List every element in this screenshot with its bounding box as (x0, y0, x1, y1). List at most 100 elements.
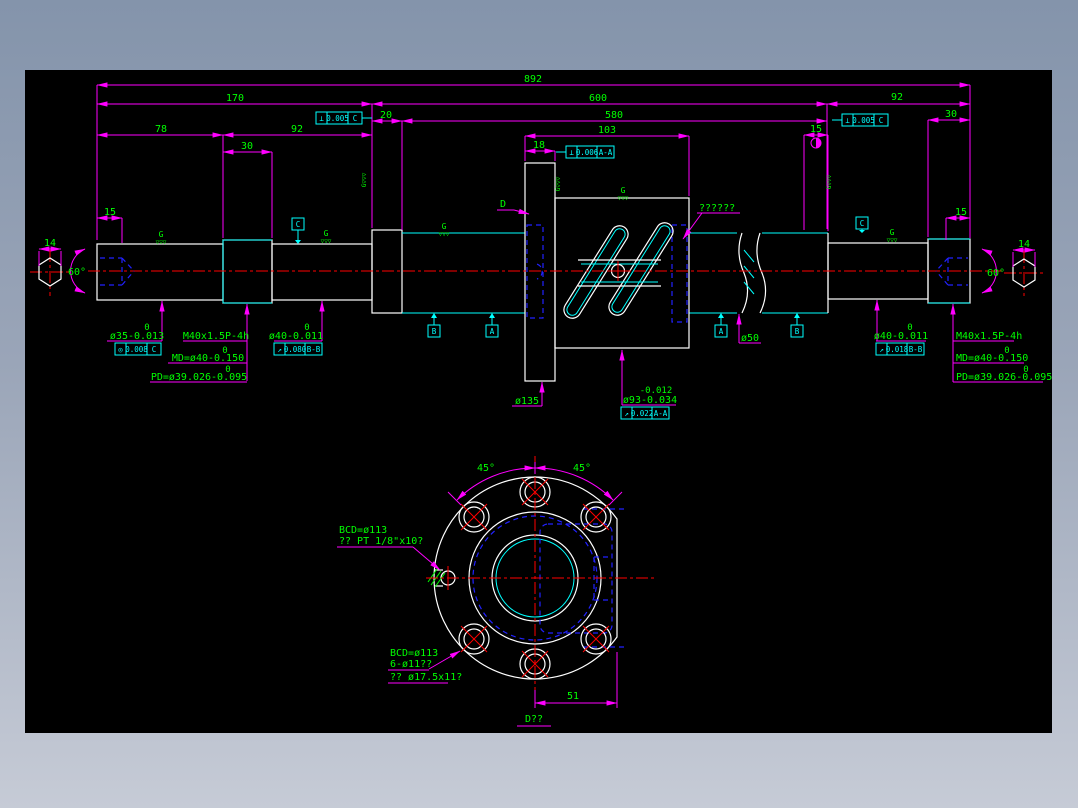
datum-letter: A (719, 327, 724, 336)
dim-78: 78 (155, 124, 167, 135)
finish-g-icon: G (890, 228, 895, 237)
fcf-value: 0.008 (125, 345, 148, 354)
finish-triangles-icon: ▽▽▽ (618, 195, 629, 202)
view-title-label: D?? (525, 714, 543, 725)
cad-drawing: 892 170 600 92 20 580 30 78 92 15 30 103… (25, 70, 1052, 733)
datum-letter: B (432, 327, 437, 336)
dim-92-left: 92 (291, 124, 303, 135)
finish-side-icon: G▽▽▽ (361, 172, 368, 187)
fcf-value: 0.006 (576, 148, 599, 157)
flange-view: 45° 45° 51 BCD=ø113 ?? PT 1/8"x10? BCD=ø… (337, 456, 656, 726)
pd-left-label: PD=ø39.026-0.095 (151, 372, 247, 383)
datum-flag-left: C (292, 218, 304, 244)
dim-30-left: 30 (241, 141, 253, 152)
md-left-label: MD=ø40-0.150 (172, 353, 244, 364)
callout-dia40-left: 0 ø40-0.011 (269, 301, 323, 342)
datum-target-a1: A (486, 313, 498, 337)
fcf-value: 0.080 (284, 345, 307, 354)
fcf-datum: B-B (307, 345, 321, 354)
finish-triangles-icon: ▽▽▽ (321, 238, 332, 245)
callout-thread-left: M40x1.5P-4h 0 MD=ø40-0.150 0 PD=ø39.026-… (150, 304, 249, 383)
fcf-symbol: ↗ (624, 409, 629, 418)
dimension-texts: 892 170 600 92 20 580 30 78 92 15 30 103… (44, 74, 1030, 279)
dim-580: 580 (605, 110, 623, 121)
finish-g-icon: G (442, 222, 447, 231)
fcf-dia93: ↗ 0.022 A-A (621, 407, 669, 419)
dim-20: 20 (380, 110, 392, 121)
fcf-symbol: ⊥ (319, 114, 324, 123)
dim-14-left: 14 (44, 238, 56, 249)
callout-nut-note: ?????? (683, 203, 740, 239)
dim-overall: 892 (524, 74, 542, 85)
datum-letter: B (795, 327, 800, 336)
angle-60-left: 60° (68, 267, 86, 278)
ball-nut (525, 163, 689, 381)
shaft-break-symbol (739, 233, 766, 313)
dim-15-right: 15 (955, 207, 967, 218)
dim-103: 103 (598, 125, 616, 136)
port-note-line1: BCD=ø113 (339, 525, 387, 536)
fcf-dia40-right: ↗ 0.018 B-B (876, 343, 924, 355)
callout-dia93: -0.012 ø93-0.034 (622, 350, 677, 406)
drawing-canvas: 892 170 600 92 20 580 30 78 92 15 30 103… (25, 70, 1052, 733)
fcf-nut-face: ⊥ 0.006 A-A (556, 146, 614, 158)
bolt-note-line1: BCD=ø113 (390, 648, 438, 659)
bolt-note-line2: 6-ø11?? (390, 659, 432, 670)
dim-left: 170 (226, 93, 244, 104)
fcf-datum: C (152, 345, 157, 354)
fcf-symbol: ⊥ (569, 148, 574, 157)
angle-45-right: 45° (573, 463, 591, 474)
dia135-label: ø135 (515, 396, 539, 407)
nut-note-label: ?????? (699, 203, 735, 214)
datum-target-b2: B (791, 313, 803, 337)
thread-left-label: M40x1.5P-4h (183, 331, 249, 342)
port-note-line2: ?? PT 1/8"x10? (339, 536, 423, 547)
fcf-datum: C (879, 116, 884, 125)
dia40-left-label: ø40-0.011 (269, 331, 323, 342)
dim-51-label: 51 (567, 691, 579, 702)
finish-g-icon: G (324, 229, 329, 238)
finish-side-icon: G▽▽▽ (826, 174, 833, 189)
angle-45-left: 45° (477, 463, 495, 474)
dia35-label: ø35-0.013 (110, 331, 164, 342)
fcf-dia40-left: ↗ 0.080 B-B (274, 343, 322, 355)
dia93-label: ø93-0.034 (623, 395, 677, 406)
fcf-value: 0.022 (631, 409, 654, 418)
fcf-value: 0.018 (886, 345, 909, 354)
fcf-dia35: ◎ 0.008 C (115, 343, 161, 355)
finish-triangles-icon: ▽▽▽ (439, 231, 450, 238)
callout-dia40-right: 0 ø40-0.011 (874, 300, 928, 342)
bolt-note-line3: ?? ø17.5x11? (390, 672, 462, 683)
datum-target-a2: A (715, 313, 727, 337)
fcf-symbol: ↗ (277, 345, 282, 354)
fcf-datum: A-A (654, 409, 668, 418)
md-right-label: MD=ø40-0.150 (956, 353, 1028, 364)
fcf-value: 0.005 (326, 114, 349, 123)
datum-letter: C (296, 220, 301, 229)
centerlines (30, 250, 1045, 296)
thread-right-label: M40x1.5P-4h (956, 331, 1022, 342)
dim-14-right: 14 (1018, 239, 1030, 250)
callout-dia35: 0 ø35-0.013 (107, 301, 164, 342)
fcf-datum: A-A (599, 148, 613, 157)
fcf-datum: C (353, 114, 358, 123)
finish-g-icon: G (621, 186, 626, 195)
callout-bolts: BCD=ø113 6-ø11?? ?? ø17.5x11? (388, 648, 462, 683)
dia40-right-label: ø40-0.011 (874, 331, 928, 342)
dia50-label: ø50 (741, 333, 759, 344)
datum-letter: A (490, 327, 495, 336)
view-title: D?? (517, 714, 551, 726)
callout-port: BCD=ø113 ?? PT 1/8"x10? (337, 525, 440, 570)
callout-thread-right: M40x1.5P-4h 0 MD=ø40-0.150 0 PD=ø39.026-… (953, 304, 1052, 383)
datum-target-b1: B (428, 313, 440, 337)
dim-mid: 600 (589, 93, 607, 104)
dim-51: 51 (535, 652, 617, 708)
pd-right-label: PD=ø39.026-0.095 (956, 372, 1052, 383)
view-d-label: D (500, 199, 506, 210)
view-direction-arrow: D (497, 199, 529, 214)
fcf-symbol: ⊥ (845, 116, 850, 125)
half-filled-circle-marker (811, 138, 821, 148)
datum-letter: C (860, 219, 865, 228)
callout-dia135: ø135 (512, 382, 542, 407)
datum-flag-right: C (856, 217, 868, 233)
